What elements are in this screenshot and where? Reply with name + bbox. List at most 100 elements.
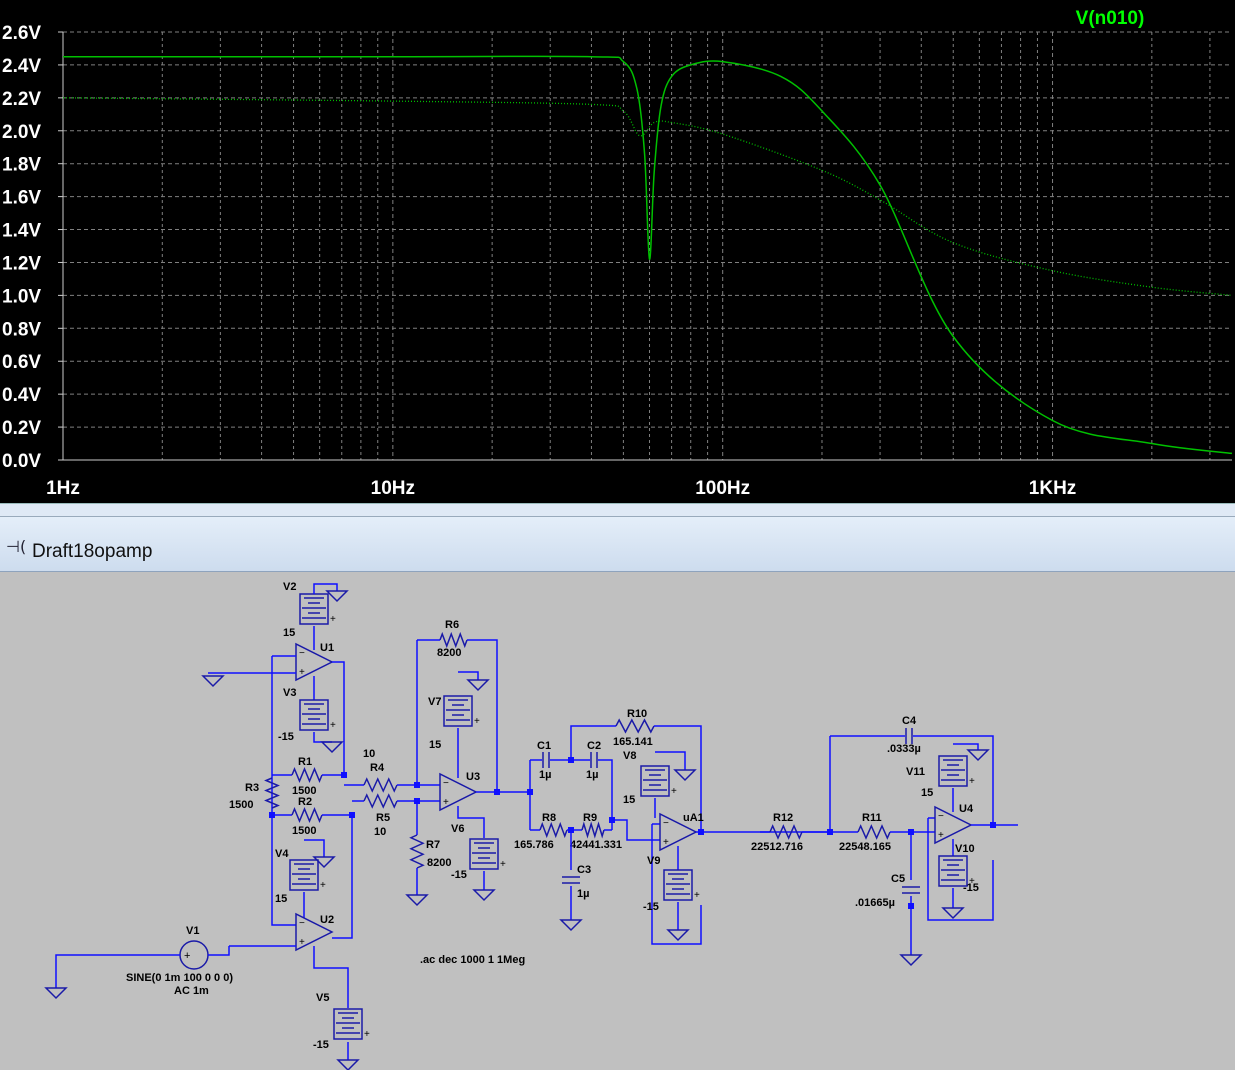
ground-symbol bbox=[336, 1059, 360, 1070]
component-label: -15 bbox=[313, 1039, 329, 1051]
wire bbox=[313, 583, 338, 594]
component-label: V10 bbox=[955, 843, 975, 855]
component-label: -15 bbox=[451, 869, 467, 881]
component-label: -15 bbox=[278, 731, 294, 743]
y-tick-label: 1.0V bbox=[2, 286, 41, 307]
pin-minus: − bbox=[299, 918, 305, 929]
x-tick-label: 1Hz bbox=[46, 478, 80, 499]
component-label: U1 bbox=[320, 642, 334, 654]
y-tick-label: 2.6V bbox=[2, 23, 41, 44]
schematic-canvas[interactable]: + V2 15− + U1 + V3 -15 R1 1500 R3 1500 R2 1500 + V4 15− +… bbox=[0, 572, 1235, 1070]
component-label: 165.141 bbox=[613, 736, 653, 748]
wire bbox=[953, 743, 979, 750]
resistor-R3 bbox=[264, 777, 280, 809]
component-label: 1500 bbox=[292, 825, 316, 837]
pin-minus: − bbox=[938, 811, 944, 822]
component-label: 1µ bbox=[539, 769, 551, 781]
component-label: R2 bbox=[298, 796, 312, 808]
ground-symbol bbox=[466, 679, 490, 692]
y-tick-label: 2.0V bbox=[2, 122, 41, 143]
wire bbox=[655, 751, 686, 770]
component-label: AC 1m bbox=[174, 985, 209, 997]
ground-symbol bbox=[472, 889, 496, 902]
component-label: .0333µ bbox=[887, 743, 921, 755]
ground-symbol bbox=[899, 954, 923, 967]
waveform-plot-pane[interactable]: 2.6V 2.4V 2.2V 2.0V 1.8V 1.6V 1.4V 1.2V 1.0V 0.8V… bbox=[0, 0, 1235, 503]
polarity-plus: + bbox=[320, 880, 326, 891]
component-label: 1µ bbox=[586, 769, 598, 781]
component-label: C5 bbox=[891, 873, 905, 885]
component-label: R5 bbox=[376, 812, 390, 824]
polarity-plus: + bbox=[500, 859, 506, 870]
trace-label: V(n010) bbox=[1076, 8, 1145, 29]
y-tick-label: 0.4V bbox=[2, 385, 41, 406]
y-tick-label: 2.2V bbox=[2, 89, 41, 110]
component-label: 8200 bbox=[427, 857, 451, 869]
pin-minus: − bbox=[443, 778, 449, 789]
wire bbox=[208, 946, 230, 956]
component-label: R10 bbox=[627, 708, 647, 720]
resistor-R5 bbox=[363, 793, 398, 809]
schematic-window-title: Draft18opamp bbox=[32, 541, 153, 562]
pin-plus: + bbox=[663, 837, 669, 848]
component-label: 1500 bbox=[229, 799, 253, 811]
polarity-plus: + bbox=[330, 720, 336, 731]
ground-symbol bbox=[312, 856, 336, 869]
component-label: -15 bbox=[963, 882, 979, 894]
ground-symbol bbox=[673, 769, 697, 782]
x-tick-label: 100Hz bbox=[695, 478, 750, 499]
y-tick-label: 1.4V bbox=[2, 221, 41, 242]
ground-symbol bbox=[201, 675, 225, 688]
component-label: 8200 bbox=[437, 647, 461, 659]
waveform-plot[interactable]: 2.6V 2.4V 2.2V 2.0V 1.8V 1.6V 1.4V 1.2V 1.0V 0.8V… bbox=[0, 0, 1235, 503]
ground-symbol bbox=[666, 929, 690, 942]
component-label: R4 bbox=[370, 762, 385, 774]
component-label: V5 bbox=[316, 992, 329, 1004]
schematic-window-titlebar[interactable]: ⊣( Draft18opamp bbox=[0, 517, 1235, 572]
component-label: V11 bbox=[906, 766, 925, 778]
polarity-plus: + bbox=[364, 1029, 370, 1040]
component-label: V2 bbox=[283, 581, 296, 593]
wire bbox=[458, 671, 479, 680]
polarity-plus: + bbox=[694, 890, 700, 901]
pin-plus: + bbox=[299, 667, 305, 678]
component-label: uA1 bbox=[683, 812, 704, 824]
component-label: R7 bbox=[426, 839, 440, 851]
component-label: 10 bbox=[363, 748, 375, 760]
spice-directive: .ac dec 1000 1 1Meg bbox=[420, 954, 525, 966]
resistor-R9 bbox=[581, 821, 605, 839]
wire bbox=[304, 839, 325, 857]
component-label: R8 bbox=[542, 812, 556, 824]
pin-plus: + bbox=[299, 937, 305, 948]
component-label: R1 bbox=[298, 756, 312, 768]
polarity-plus: + bbox=[330, 614, 336, 625]
polarity-label: + bbox=[184, 950, 190, 962]
component-label: 22548.165 bbox=[839, 841, 891, 853]
y-tick-label: 0.2V bbox=[2, 418, 41, 439]
pin-minus: − bbox=[299, 648, 305, 659]
pane-splitter[interactable] bbox=[0, 503, 1235, 517]
component-label: U3 bbox=[466, 771, 480, 783]
pin-plus: + bbox=[443, 797, 449, 808]
component-label: SINE(0 1m 100 0 0 0) bbox=[126, 972, 233, 984]
resistor-R6 bbox=[439, 631, 468, 649]
resistor-R2 bbox=[291, 807, 323, 823]
component-label: V4 bbox=[275, 848, 289, 860]
component-label: C4 bbox=[902, 715, 917, 727]
resistor-R11 bbox=[857, 824, 891, 840]
ground-symbol bbox=[405, 894, 429, 907]
component-label: V3 bbox=[283, 687, 296, 699]
component-label: 15 bbox=[283, 627, 295, 639]
component-label: 42441.331 bbox=[570, 839, 622, 851]
y-tick-label: 1.6V bbox=[2, 188, 41, 209]
wire bbox=[313, 732, 332, 743]
component-label: V8 bbox=[623, 750, 636, 762]
polarity-plus: + bbox=[969, 776, 975, 787]
component-label: V9 bbox=[647, 855, 660, 867]
y-tick-label: 0.6V bbox=[2, 352, 41, 373]
component-label: R12 bbox=[773, 812, 793, 824]
component-label: 22512.716 bbox=[751, 841, 803, 853]
schematic-icon: ⊣( bbox=[6, 537, 27, 556]
pin-plus: + bbox=[938, 830, 944, 841]
schematic-diagram[interactable]: +V215−+U1+V3-15R11500R31500 R21500+V415−+… bbox=[0, 572, 1235, 1070]
